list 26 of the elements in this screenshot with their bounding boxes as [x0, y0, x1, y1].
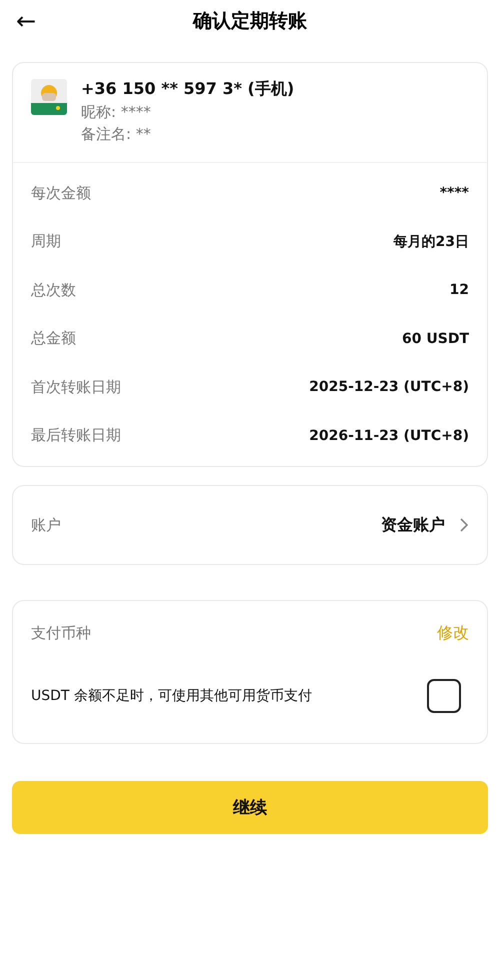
- detail-label: 每次金额: [31, 184, 91, 203]
- detail-label: 首次转账日期: [31, 378, 121, 397]
- detail-label: 总次数: [31, 280, 76, 300]
- detail-value: 60 USDT: [402, 330, 469, 347]
- recipient-phone: +36 150 ** 597 3* (手机): [81, 79, 294, 100]
- detail-value: ****: [440, 185, 469, 202]
- account-label: 账户: [31, 516, 61, 534]
- continue-button[interactable]: 继续: [12, 781, 488, 834]
- detail-label: 最后转账日期: [31, 426, 121, 446]
- payment-currency-label: 支付币种: [31, 624, 91, 642]
- detail-value: 每月的23日: [394, 232, 469, 251]
- checkbox[interactable]: [427, 679, 461, 713]
- recipient-remark: 备注名: **: [81, 125, 152, 144]
- chevron-right-icon: [459, 518, 469, 532]
- detail-label: 总金额: [31, 329, 76, 348]
- avatar-icon: [31, 79, 67, 115]
- detail-value: 2025-12-23 (UTC+8): [309, 379, 469, 396]
- fallback-currency-text: USDT 余额不足时，可使用其他可用货币支付: [31, 687, 312, 705]
- detail-value: 12: [450, 282, 469, 298]
- detail-label: 周期: [31, 232, 61, 252]
- detail-value: 2026-11-23 (UTC+8): [309, 428, 469, 444]
- account-value: 资金账户: [381, 514, 445, 536]
- recipient-nickname: 昵称: ****: [81, 103, 152, 122]
- page-title: 确认定期转账: [193, 10, 307, 32]
- back-button[interactable]: ←: [12, 7, 40, 35]
- account-row[interactable]: 账户 资金账户: [13, 486, 487, 564]
